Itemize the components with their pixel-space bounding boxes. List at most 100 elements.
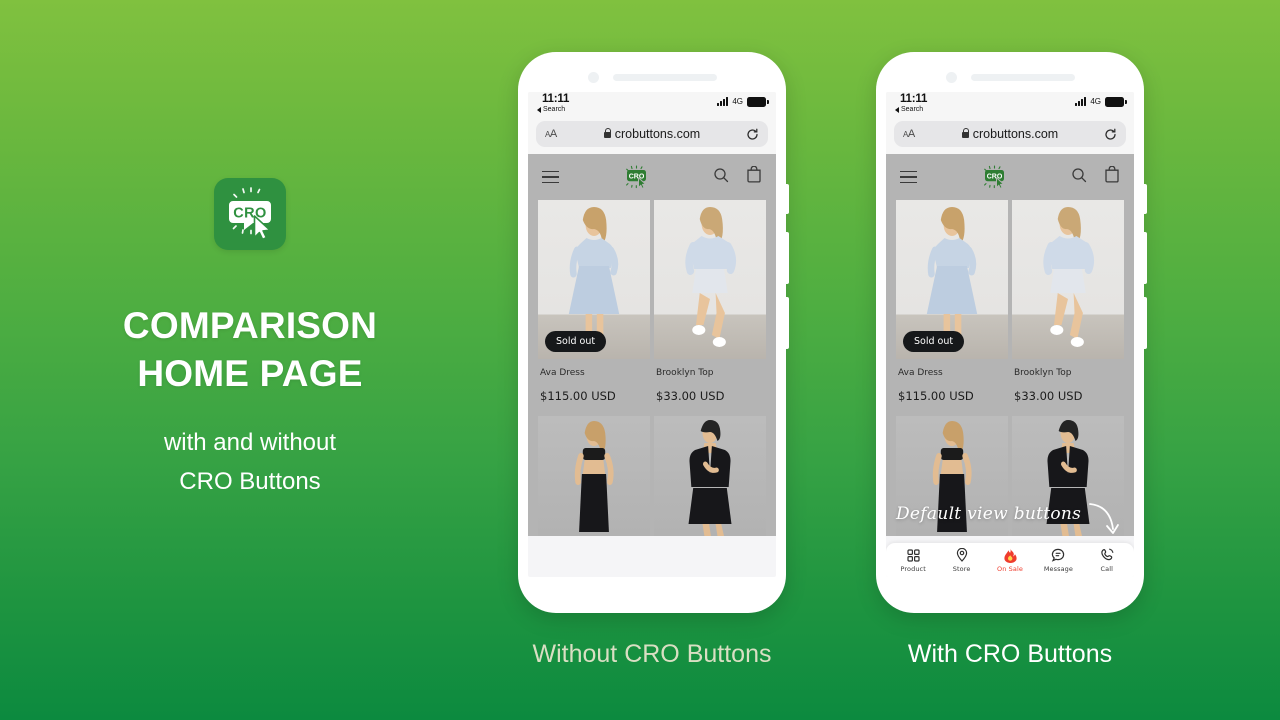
- search-icon[interactable]: [713, 167, 729, 188]
- battery-full-icon: [747, 97, 769, 107]
- battery-full-icon: [1105, 97, 1127, 107]
- product-card[interactable]: Sold out Ava Dress $115.00 USD: [538, 200, 650, 416]
- product-row-2: [538, 416, 766, 536]
- cro-buttons-bottom-nav: Product Store On Sale Message Call: [886, 543, 1134, 577]
- phone-screen: 11:11 Search 4G AA crobuttons.com CRO So…: [528, 92, 776, 577]
- status-indicators: 4G: [1075, 97, 1127, 107]
- phone-mute-switch: [1144, 184, 1147, 214]
- store-header-actions: [1071, 165, 1120, 188]
- product-image[interactable]: Sold out: [896, 200, 1008, 359]
- status-back-label: Search: [543, 106, 566, 113]
- back-arrow-icon: [537, 106, 541, 113]
- text-size-button[interactable]: AA: [903, 128, 915, 140]
- ios-status-bar: 11:11 Search 4G: [528, 92, 776, 118]
- url-text: crobuttons.com: [614, 127, 701, 141]
- cro-logo-icon[interactable]: CRO: [619, 165, 653, 189]
- back-arrow-icon: [895, 106, 899, 113]
- product-price: $115.00 USD: [540, 389, 616, 403]
- product-image[interactable]: [538, 416, 650, 536]
- phone-volume-up-button: [786, 232, 789, 284]
- svg-text:CRO: CRO: [629, 173, 645, 180]
- phone-mockup-without-cro-buttons: 11:11 Search 4G AA crobuttons.com CRO So…: [518, 52, 789, 613]
- flame-icon: [1003, 548, 1017, 563]
- text-size-button[interactable]: AA: [545, 128, 557, 140]
- caption-with-cro-buttons: With CRO Buttons: [907, 640, 1113, 668]
- phone-notch: [876, 66, 1144, 88]
- cro-nav-label: Product: [900, 564, 926, 573]
- product-card[interactable]: Brooklyn Top $33.00 USD: [654, 200, 766, 416]
- headline-line-2: HOME PAGE: [137, 353, 363, 395]
- phone-volume-up-button: [1144, 232, 1147, 284]
- cro-nav-label: Call: [1100, 564, 1114, 573]
- cro-logo-icon[interactable]: CRO: [977, 165, 1011, 189]
- product-grid: Sold out Ava Dress $115.00 USD Brooklyn …: [886, 200, 1134, 536]
- status-badge: Sold out: [903, 331, 965, 352]
- product-image[interactable]: [1012, 416, 1124, 536]
- product-image[interactable]: [654, 416, 766, 536]
- hamburger-menu-icon[interactable]: [900, 170, 917, 184]
- product-name: Ava Dress: [540, 368, 585, 378]
- phone-screen: 11:11 Search 4G AA crobuttons.com CRO So…: [886, 92, 1134, 577]
- product-card[interactable]: [538, 416, 650, 536]
- cro-nav-item-on-sale[interactable]: On Sale: [986, 548, 1034, 573]
- ios-status-bar: 11:11 Search 4G: [886, 92, 1134, 118]
- product-card[interactable]: [654, 416, 766, 536]
- product-image[interactable]: [1012, 200, 1124, 359]
- status-indicators: 4G: [717, 97, 769, 107]
- cro-nav-label: On Sale: [997, 564, 1023, 573]
- store-header: CRO: [528, 154, 776, 200]
- product-grid: Sold out Ava Dress $115.00 USD Brooklyn …: [528, 200, 776, 536]
- status-badge: Sold out: [545, 331, 607, 352]
- subtitle-line-2: CRO Buttons: [179, 467, 321, 495]
- phone-volume-down-button: [1144, 297, 1147, 349]
- store-header: CRO: [886, 154, 1134, 200]
- signal-bars-icon: [717, 97, 729, 107]
- phone-volume-down-button: [786, 297, 789, 349]
- grid-squares-icon: [907, 548, 920, 563]
- reload-icon[interactable]: [1104, 128, 1117, 141]
- headline-line-1: COMPARISON: [122, 305, 378, 347]
- url-text: crobuttons.com: [972, 127, 1059, 141]
- browser-chrome: AA crobuttons.com: [886, 118, 1134, 154]
- product-image[interactable]: Sold out: [538, 200, 650, 359]
- status-back-to-app[interactable]: Search: [537, 106, 565, 113]
- svg-text:CRO: CRO: [987, 173, 1003, 180]
- status-time: 11:11: [542, 93, 570, 105]
- lock-icon: [961, 128, 970, 138]
- phone-notch: [518, 66, 786, 88]
- cro-nav-label: Store: [952, 564, 971, 573]
- cro-nav-item-product[interactable]: Product: [889, 548, 937, 573]
- page-title: COMPARISON HOME PAGE: [123, 302, 377, 397]
- hamburger-menu-icon[interactable]: [542, 170, 559, 184]
- status-back-to-app[interactable]: Search: [895, 106, 923, 113]
- front-camera-icon: [587, 71, 599, 83]
- product-image[interactable]: [654, 200, 766, 359]
- product-card[interactable]: Brooklyn Top $33.00 USD: [1012, 200, 1124, 416]
- product-name: Brooklyn Top: [656, 368, 714, 378]
- product-card[interactable]: Sold out Ava Dress $115.00 USD: [896, 200, 1008, 416]
- cro-nav-item-message[interactable]: Message: [1034, 548, 1082, 573]
- front-camera-icon: [945, 71, 957, 83]
- product-price: $115.00 USD: [898, 389, 974, 403]
- shopping-bag-icon[interactable]: [746, 165, 762, 188]
- cro-nav-item-store[interactable]: Store: [937, 548, 985, 573]
- signal-bars-icon: [1075, 97, 1087, 107]
- store-header-actions: [713, 165, 762, 188]
- address-bar[interactable]: AA crobuttons.com: [894, 121, 1126, 147]
- product-card[interactable]: [896, 416, 1008, 536]
- product-image[interactable]: [896, 416, 1008, 536]
- address-bar[interactable]: AA crobuttons.com: [536, 121, 768, 147]
- product-price: $33.00 USD: [656, 389, 725, 403]
- cro-nav-label: Message: [1043, 564, 1074, 573]
- cro-nav-item-call[interactable]: Call: [1083, 548, 1131, 573]
- product-row-1: Sold out Ava Dress $115.00 USD Brooklyn …: [896, 200, 1124, 416]
- shopping-bag-icon[interactable]: [1104, 165, 1120, 188]
- location-pin-icon: [956, 548, 968, 563]
- search-icon[interactable]: [1071, 167, 1087, 188]
- reload-icon[interactable]: [746, 128, 759, 141]
- caption-without-cro-buttons: Without CRO Buttons: [532, 640, 772, 668]
- product-card[interactable]: [1012, 416, 1124, 536]
- phone-mute-switch: [786, 184, 789, 214]
- status-back-label: Search: [901, 106, 924, 113]
- lock-icon: [603, 128, 612, 138]
